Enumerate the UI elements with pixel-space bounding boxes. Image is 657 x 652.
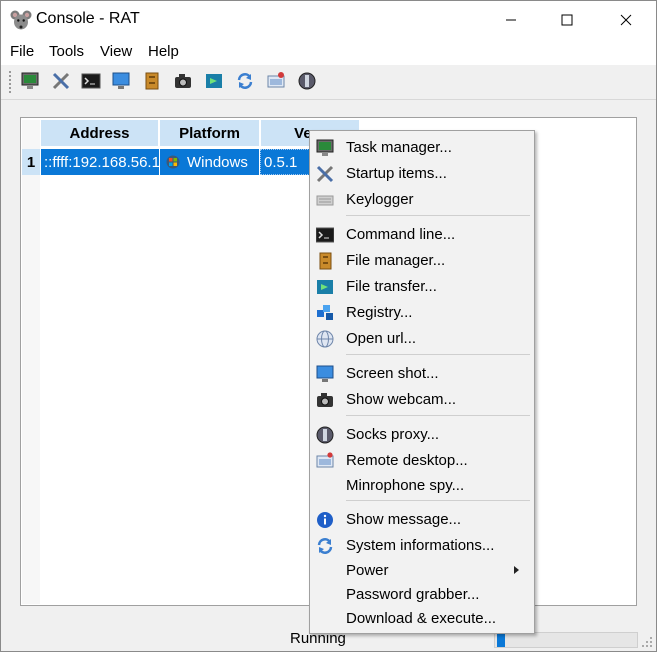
webcam-icon [316, 391, 334, 409]
menu-item-label: Remote desktop... [346, 452, 468, 469]
menu-item-registry[interactable]: Registry... [310, 301, 534, 325]
globe-icon [316, 330, 334, 348]
menu-item-label: Download & execute... [346, 610, 497, 627]
menu-item-keylogger[interactable]: Keylogger [310, 188, 534, 212]
context-menu: Task manager... Startup items... Keylogg… [309, 130, 535, 634]
menu-item-file-manager[interactable]: File manager... [310, 249, 534, 273]
menu-item-microphone-spy[interactable]: Minrophone spy... [310, 474, 534, 498]
rat-icon [10, 9, 32, 31]
task-manager-icon[interactable] [18, 69, 42, 93]
close-icon[interactable] [603, 1, 649, 39]
file-transfer-icon [316, 278, 334, 296]
column-header-platform[interactable]: Platform [160, 120, 259, 146]
progress-fill [497, 633, 505, 647]
toolbar-grip[interactable] [9, 71, 11, 93]
task-manager-icon [316, 139, 334, 157]
refresh-icon[interactable] [233, 69, 257, 93]
menu-separator [346, 354, 530, 355]
minimize-icon[interactable] [488, 1, 534, 39]
tools-icon [316, 165, 334, 183]
cell-platform[interactable]: Windows [160, 149, 259, 175]
webcam-icon[interactable] [171, 69, 195, 93]
submenu-arrow-icon [514, 566, 519, 574]
menu-tools[interactable]: Tools [49, 43, 84, 60]
menu-item-command-line[interactable]: Command line... [310, 223, 534, 247]
command-line-icon[interactable] [79, 69, 103, 93]
menu-item-label: Socks proxy... [346, 426, 440, 443]
menu-item-label: Show webcam... [346, 391, 457, 408]
refresh-icon [316, 537, 334, 555]
menu-item-label: Startup items... [346, 165, 447, 182]
maximize-icon[interactable] [544, 1, 590, 39]
menu-item-power[interactable]: Power [310, 559, 534, 583]
tools-icon[interactable] [49, 69, 73, 93]
menu-item-label: Task manager... [346, 139, 452, 156]
menu-item-label: File manager... [346, 252, 446, 269]
menu-item-task-manager[interactable]: Task manager... [310, 136, 534, 160]
row-number[interactable]: 1 [22, 149, 40, 175]
file-manager-icon [316, 252, 334, 270]
menu-item-screen-shot[interactable]: Screen shot... [310, 362, 534, 386]
menu-item-label: Screen shot... [346, 365, 439, 382]
menu-item-label: Keylogger [346, 191, 414, 208]
menu-file[interactable]: File [10, 43, 34, 60]
menu-item-label: Password grabber... [346, 586, 480, 603]
menu-separator [346, 500, 530, 501]
menu-item-label: Show message... [346, 511, 462, 528]
menu-separator [346, 215, 530, 216]
windows-logo-icon [166, 155, 180, 169]
menu-item-open-url[interactable]: Open url... [310, 327, 534, 351]
socks-proxy-icon[interactable] [295, 69, 319, 93]
menu-help[interactable]: Help [148, 43, 179, 60]
menu-item-show-webcam[interactable]: Show webcam... [310, 388, 534, 412]
menu-item-label: Registry... [346, 304, 413, 321]
command-line-icon [315, 226, 335, 244]
menu-item-system-informations[interactable]: System informations... [310, 534, 534, 558]
menu-item-label: Command line... [346, 226, 456, 243]
keyboard-icon [316, 191, 334, 209]
menu-item-startup-items[interactable]: Startup items... [310, 162, 534, 186]
toolbar [1, 65, 656, 100]
menu-item-remote-desktop[interactable]: Remote desktop... [310, 449, 534, 473]
menu-item-label: File transfer... [346, 278, 437, 295]
file-manager-icon[interactable] [140, 69, 164, 93]
menu-item-label: System informations... [346, 537, 495, 554]
registry-icon [316, 304, 334, 322]
menu-bar: File Tools View Help [1, 39, 656, 65]
column-header-address[interactable]: Address [41, 120, 158, 146]
menu-item-socks-proxy[interactable]: Socks proxy... [310, 423, 534, 447]
menu-item-file-transfer[interactable]: File transfer... [310, 275, 534, 299]
progress-bar [494, 632, 638, 648]
info-icon [316, 511, 334, 529]
remote-desktop-icon[interactable] [264, 69, 288, 93]
menu-separator [346, 415, 530, 416]
window-title: Console - RAT [36, 10, 140, 27]
menu-item-show-message[interactable]: Show message... [310, 508, 534, 532]
menu-item-label: Open url... [346, 330, 417, 347]
menu-item-label: Power [346, 562, 389, 579]
cell-address[interactable]: ::ffff:192.168.56.1 [41, 149, 160, 175]
row-header-column [22, 120, 40, 604]
resize-grip-icon[interactable] [641, 635, 653, 647]
platform-label: Windows [187, 153, 248, 171]
menu-item-download-execute[interactable]: Download & execute... [310, 607, 534, 631]
menu-item-password-grabber[interactable]: Password grabber... [310, 583, 534, 607]
title-bar[interactable]: Console - RAT [1, 1, 656, 39]
menu-item-label: Minrophone spy... [346, 477, 465, 494]
socks-proxy-icon [316, 426, 334, 444]
screen-shot-icon [316, 365, 334, 383]
screen-shot-icon[interactable] [109, 69, 133, 93]
file-transfer-icon[interactable] [202, 69, 226, 93]
remote-desktop-icon [316, 452, 334, 470]
menu-view[interactable]: View [100, 43, 132, 60]
